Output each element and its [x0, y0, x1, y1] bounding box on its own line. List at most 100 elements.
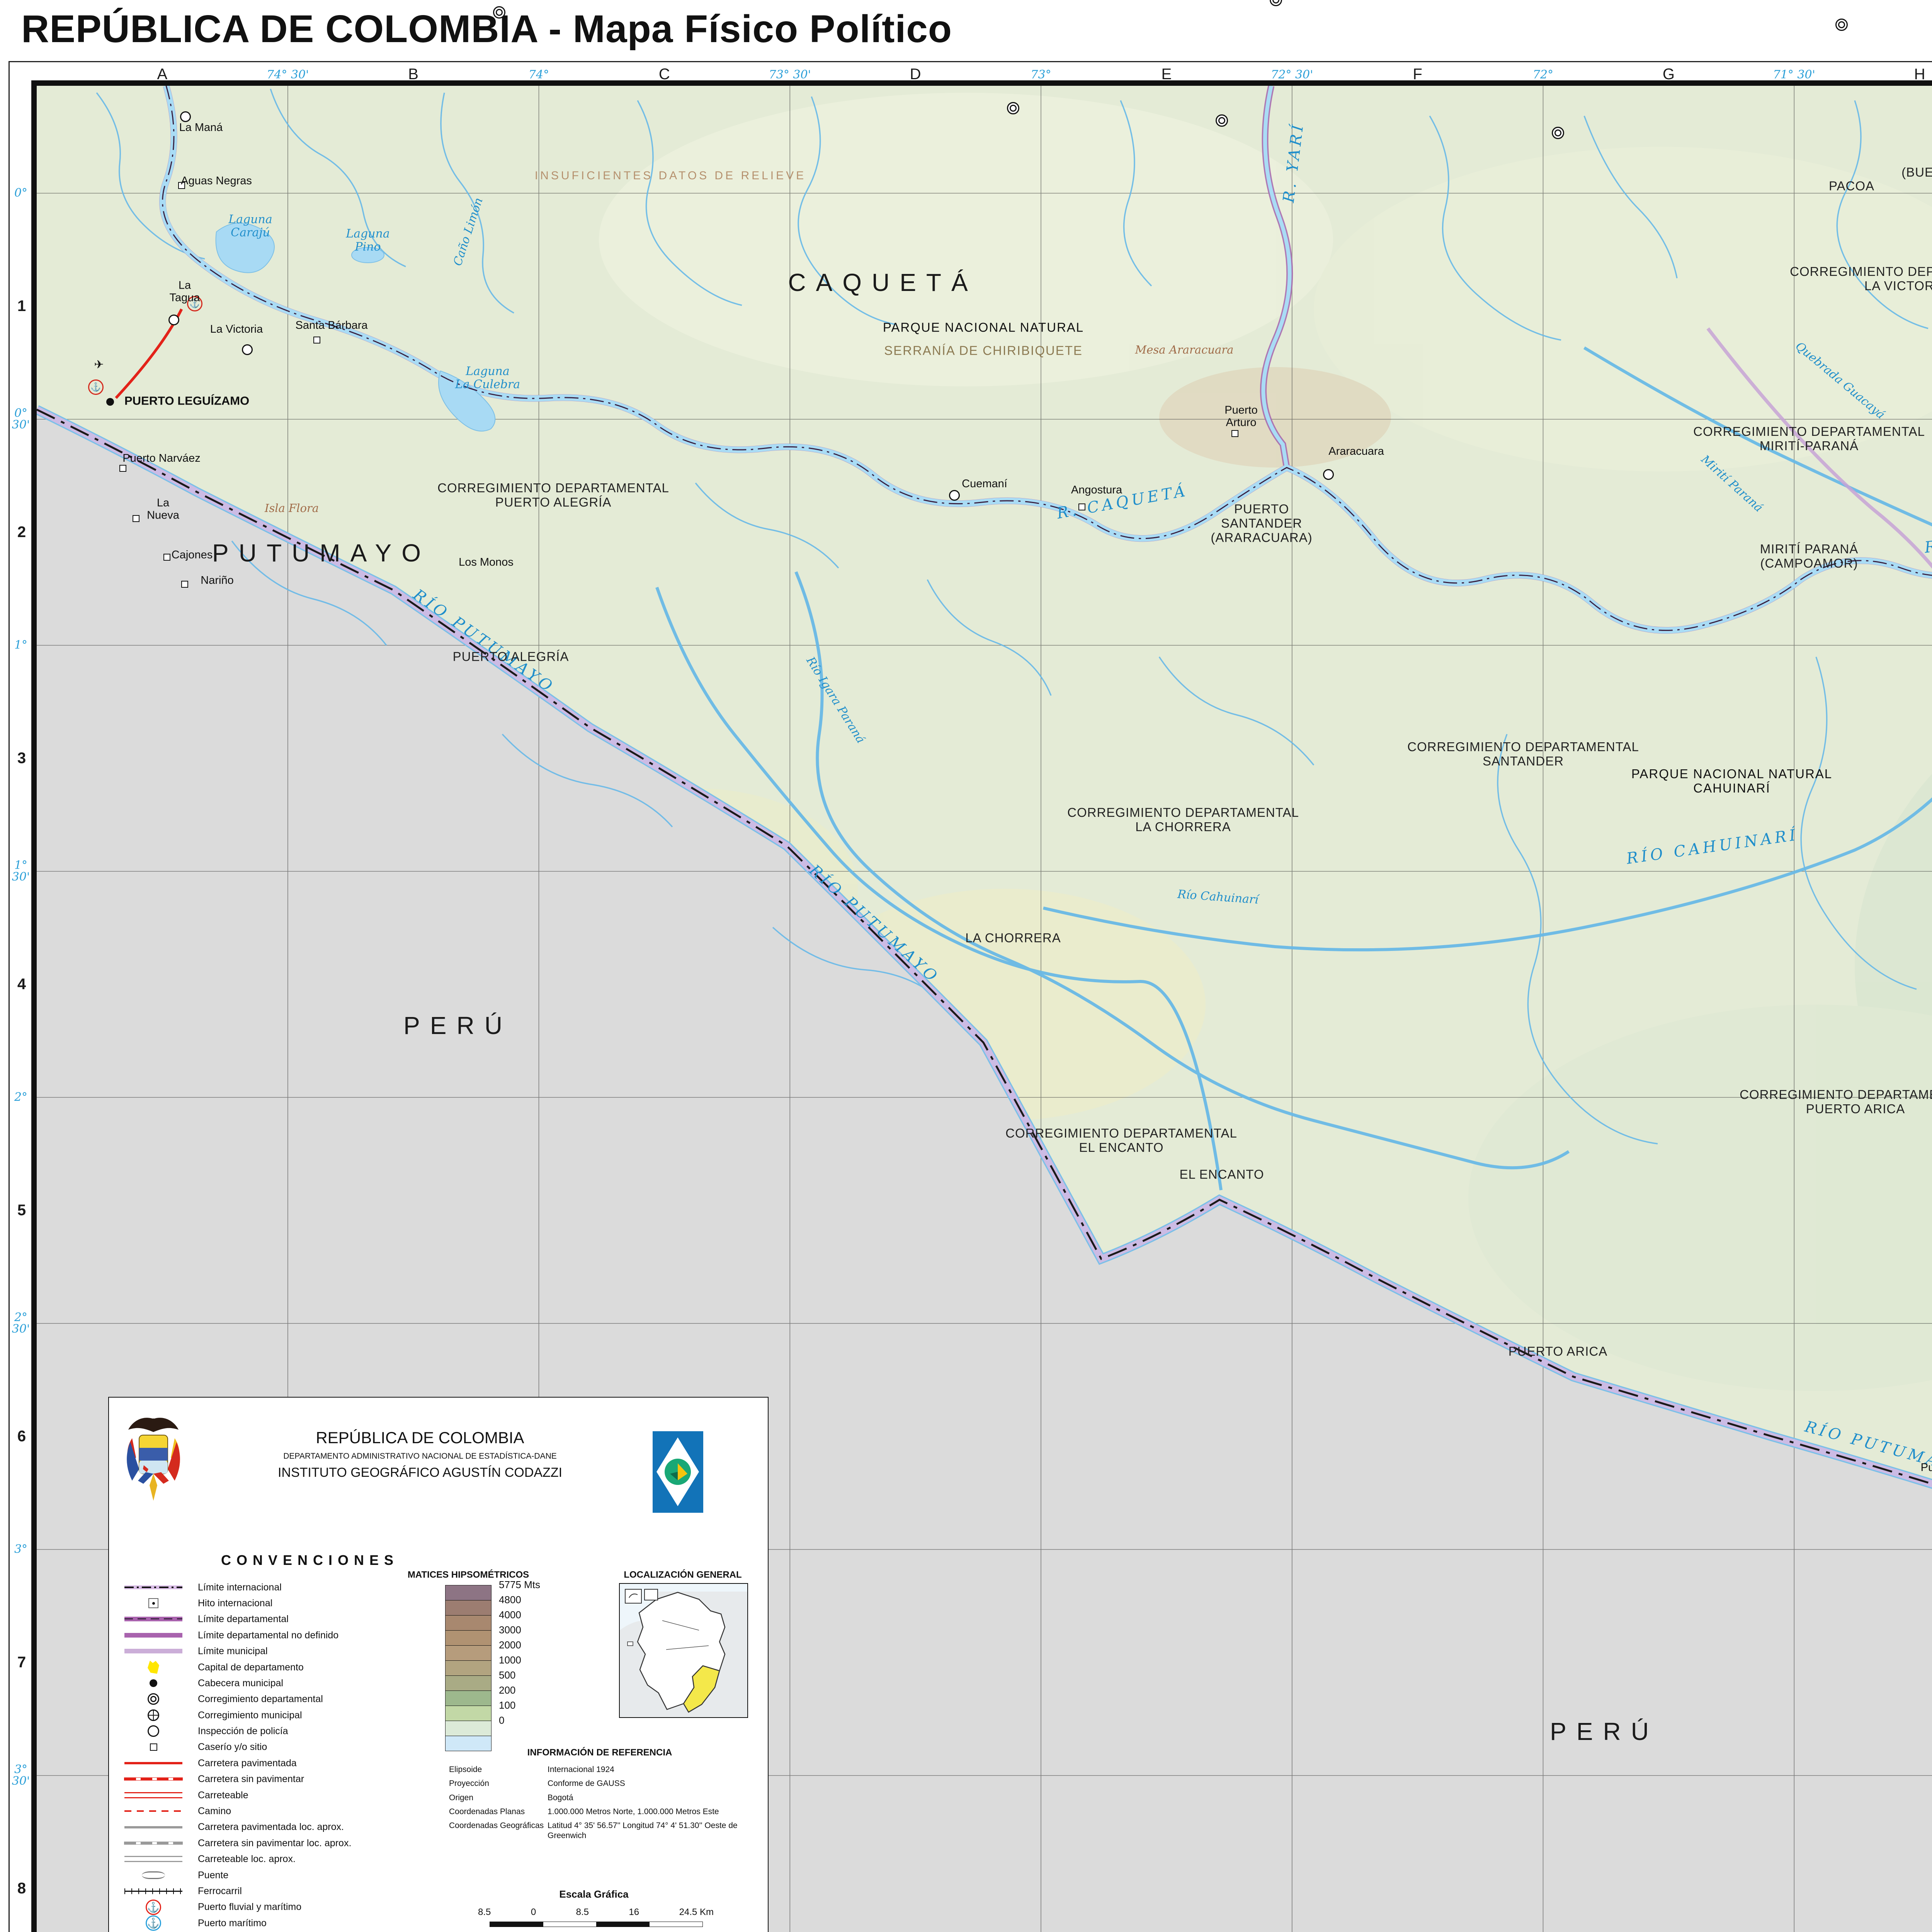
- hitoint-icon: [121, 1598, 186, 1608]
- legend-item-label: Inspección de policía: [186, 1726, 288, 1736]
- map-label-corr: EL ENCANTO: [1179, 1168, 1264, 1182]
- marker-ring-icon: [180, 111, 191, 122]
- scale-tick: 0: [531, 1907, 536, 1918]
- map-label-town: Puerto Arturo: [1225, 404, 1257, 429]
- map-label-town: La Maná: [179, 121, 223, 134]
- reference-row: ProyecciónConforme de GAUSS: [449, 1779, 754, 1789]
- cas-icon: [121, 1743, 186, 1751]
- hypso-band: 100: [445, 1706, 492, 1721]
- legend-item: Corregimiento municipal: [121, 1707, 441, 1723]
- marker-sq-icon: [181, 581, 188, 588]
- legend-item: Carretera pavimentada loc. aprox.: [121, 1819, 441, 1835]
- limdepnd-icon: [121, 1633, 186, 1638]
- map-label-region: CAQUETÁ: [788, 269, 978, 297]
- grid-row-number: 4: [17, 976, 26, 992]
- grid-latitude-left: 3° 30': [12, 1764, 30, 1787]
- map-label-island: Isla Flora: [265, 502, 319, 514]
- legend-item-label: Camino: [186, 1806, 231, 1816]
- limdep-icon: [121, 1617, 186, 1621]
- marker-ring2-icon: [493, 6, 505, 19]
- legend-item-label: Corregimiento municipal: [186, 1710, 302, 1720]
- map-label-corr: CORREGIMIENTO DEPARTAMENTAL EL ENCANTO: [1005, 1126, 1237, 1155]
- legend-item: Carretera sin pavimentar loc. aprox.: [121, 1835, 441, 1851]
- hypso-band: [445, 1736, 492, 1751]
- legend-item: ⚓Puerto fluvial y marítimo: [121, 1899, 441, 1915]
- legend-item: Límite departamental no definido: [121, 1627, 441, 1643]
- map-label-corr: CORREGIMIENTO DEPARTAMENTAL SANTANDER: [1407, 740, 1639, 769]
- marker-sq-icon: [163, 554, 170, 561]
- reference-title: INFORMACIÓN DE REFERENCIA: [527, 1747, 672, 1758]
- map-label-townL: PUERTO LEGUÍZAMO: [124, 395, 249, 408]
- gpav-icon: [121, 1826, 186, 1828]
- grid-row-number: 6: [17, 1429, 26, 1444]
- marker-ring2-icon: [1007, 102, 1019, 114]
- grid-row-number: 7: [17, 1655, 26, 1670]
- grid-letter: B: [408, 66, 418, 82]
- map-label-corr: PUERTO SANTANDER (ARARACUARA): [1211, 502, 1312, 545]
- marker-ring2-icon: [1216, 114, 1228, 127]
- hypso-band: 3000: [445, 1631, 492, 1646]
- map-label-town: Nariño: [201, 574, 233, 587]
- marker-sq-icon: [313, 337, 320, 344]
- map-label-town: Araracuara: [1328, 445, 1384, 457]
- grid-row-number: 8: [17, 1881, 26, 1896]
- grid-longitude-top: 73° 30': [769, 69, 811, 81]
- map-label-park: PARQUE NACIONAL NATURAL CAHUINARÍ: [1631, 767, 1832, 796]
- map-label-park: PARQUE NACIONAL NATURAL: [883, 321, 1084, 335]
- map-label-corr: CORREGIMIENTO DEPARTAMENTAL PUERTO ARICA: [1740, 1088, 1932, 1116]
- legend-item: Inspección de policía: [121, 1723, 441, 1739]
- gsin-icon: [121, 1842, 186, 1845]
- legend-item-label: Carreteable: [186, 1790, 248, 1800]
- marker-sq-icon: [133, 515, 139, 522]
- map-label-island: Mesa Araracuara: [1135, 344, 1234, 356]
- map-label-corr: CORREGIMIENTO DEPARTAMENTAL PUERTO ALEGR…: [437, 481, 669, 510]
- cpav-icon: [121, 1762, 186, 1764]
- map-label-town: Angostura: [1071, 484, 1122, 496]
- grid-longitude-top: 71° 30': [1773, 69, 1815, 81]
- legend-item: Corregimiento departamental: [121, 1691, 441, 1707]
- hypso-band: 1000: [445, 1661, 492, 1676]
- legend-item-label: Límite municipal: [186, 1646, 268, 1656]
- marker-ring-icon: [168, 315, 179, 325]
- map-label-region: PUTUMAYO: [212, 539, 431, 567]
- legend-item-label: Puente: [186, 1870, 228, 1880]
- grid-longitude-top: 74° 30': [267, 69, 309, 81]
- legend-item: Carretera sin pavimentar: [121, 1771, 441, 1787]
- legend-item: Hito internacional: [121, 1595, 441, 1611]
- legend-items: Límite internacional Hito internacional Lí…: [121, 1579, 441, 1932]
- hypso-band: 500: [445, 1676, 492, 1691]
- marker-ring-icon: [949, 490, 960, 501]
- legend-item: Límite departamental: [121, 1611, 441, 1627]
- map-label-corr: MIRITÍ PARANÁ (CAMPOAMOR): [1760, 542, 1858, 571]
- legend-item-label: Carretera sin pavimentar: [186, 1774, 304, 1784]
- insp-icon: [121, 1725, 186, 1737]
- legend-item-label: Cabecera municipal: [186, 1678, 283, 1688]
- ferro-icon: [121, 1891, 186, 1892]
- cmun-icon: [121, 1709, 186, 1721]
- pfluv-icon: ⚓: [121, 1900, 186, 1915]
- map-label-corr: PUERTO ARICA: [1509, 1345, 1608, 1359]
- grid-row-number: 2: [17, 524, 26, 540]
- scale-tick: 8.5: [576, 1907, 589, 1918]
- grid-row-number: 5: [17, 1202, 26, 1218]
- legend-item: Carretera pavimentada: [121, 1755, 441, 1771]
- map-label-corr: PUERTO ALEGRÍA: [453, 650, 569, 664]
- localization-title: LOCALIZACIÓN GENERAL: [624, 1570, 742, 1580]
- grid-letter: G: [1663, 66, 1675, 82]
- legend-item-label: Ferrocarril: [186, 1886, 242, 1896]
- map-label-note: INSUFICIENTES DATOS DE RELIEVE: [535, 169, 806, 182]
- igac-logo: [652, 1430, 704, 1514]
- legend-item: Ferrocarril: [121, 1883, 441, 1899]
- legend-item: Límite internacional: [121, 1579, 441, 1595]
- legend-item: Carreteable loc. aprox.: [121, 1851, 441, 1867]
- legend-item-label: Hito internacional: [186, 1598, 272, 1608]
- map-label-region: PERÚ: [403, 1012, 512, 1040]
- map-label-corr: CORREGIMIENTO DEPARTAMENTAL LA VICTORIA: [1790, 265, 1932, 293]
- legend-item: Caserío y/o sitio: [121, 1739, 441, 1755]
- map-label-town: Los Monos: [459, 556, 514, 568]
- map-label-corr: CORREGIMIENTO DEPARTAMENTAL LA CHORRERA: [1067, 806, 1299, 834]
- scale-ticks: 8.508.51624.5 Km: [478, 1907, 714, 1918]
- legend-item: Camino: [121, 1803, 441, 1819]
- legend-item: Capital de departamento: [121, 1659, 441, 1675]
- legend-item-label: Puerto fluvial y marítimo: [186, 1902, 301, 1912]
